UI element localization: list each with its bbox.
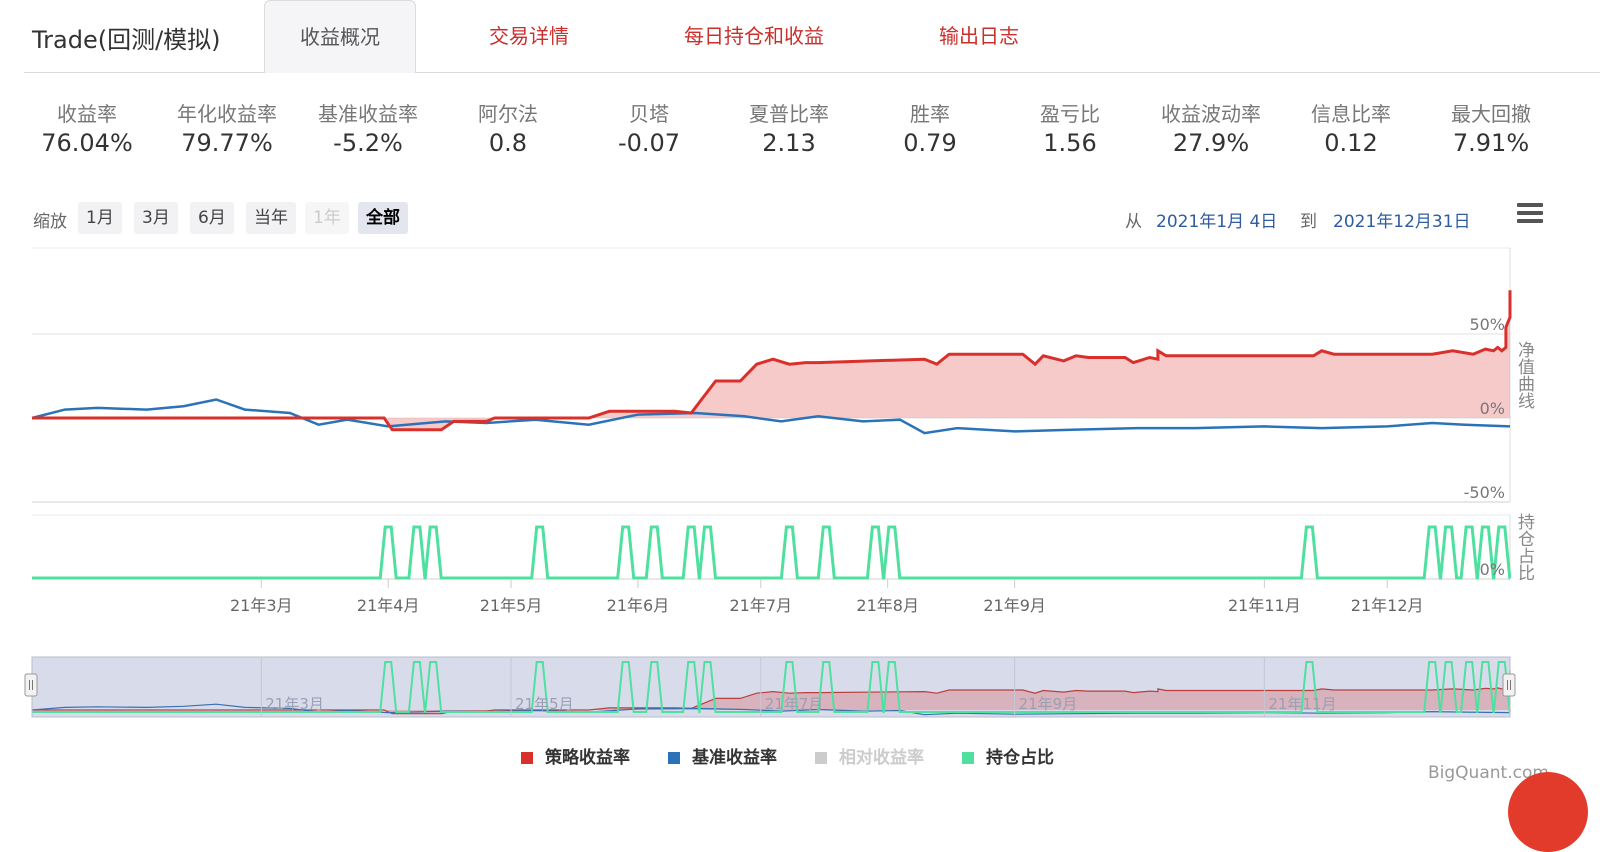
legend-label: 相对收益率	[839, 748, 924, 768]
x-tick-label: 21年9月	[983, 596, 1046, 615]
y-axis-title: 净值曲线	[1514, 341, 1535, 409]
x-tick-label: 21年7月	[729, 596, 792, 615]
legend-swatch	[521, 752, 533, 764]
x-tick-label: 21年5月	[480, 596, 543, 615]
range-navigator[interactable]: 21年3月 21年5月 21年7月 21年9月 21年11月	[24, 656, 1516, 718]
x-tick-label: 21年8月	[856, 596, 919, 615]
y-tick-label: 0%	[1480, 560, 1505, 579]
navigator-tick-label: 21年3月	[265, 695, 324, 713]
x-tick-label: 21年3月	[230, 596, 293, 615]
net-value-pane: 50% 0% -50% 净值曲线	[31, 247, 1535, 503]
x-tick-label: 21年12月	[1351, 596, 1424, 615]
position-line	[32, 525, 1512, 580]
legend-label: 持仓占比	[986, 748, 1054, 768]
y-axis-title: 持仓占比	[1514, 513, 1535, 581]
legend-item-position[interactable]: 持仓占比	[962, 743, 1054, 768]
legend-swatch	[668, 752, 680, 764]
legend-swatch	[962, 752, 974, 764]
legend-item-strategy[interactable]: 策略收益率	[521, 743, 630, 768]
legend-label: 基准收益率	[692, 748, 777, 768]
x-tick-label: 21年11月	[1228, 596, 1301, 615]
y-tick-label: -50%	[1464, 483, 1505, 502]
x-tick-label: 21年4月	[357, 596, 420, 615]
y-tick-label: 0%	[1480, 399, 1505, 418]
navigator-tick-label: 21年11月	[1268, 695, 1336, 713]
navigator-tick-label: 21年5月	[515, 695, 574, 713]
chart-area: 50% 0% -50% 净值曲线 0% 持仓占比 21年3月 21年4月 21年5月…	[24, 247, 1535, 718]
navigator-left-handle[interactable]	[24, 673, 38, 697]
x-axis: 21年3月 21年4月 21年5月 21年6月 21年7月 21年8月 21年9月 21年11…	[230, 579, 1424, 615]
brand-logo-icon	[1508, 772, 1588, 852]
legend-item-benchmark[interactable]: 基准收益率	[668, 743, 777, 768]
navigator-right-handle[interactable]	[1502, 673, 1516, 697]
legend-swatch	[815, 752, 827, 764]
navigator-tick-label: 21年7月	[765, 695, 824, 713]
legend-item-relative[interactable]: 相对收益率	[815, 743, 924, 768]
navigator-tick-label: 21年9月	[1019, 695, 1078, 713]
x-tick-label: 21年6月	[607, 596, 670, 615]
position-pane: 0% 持仓占比	[32, 513, 1535, 581]
legend-label: 策略收益率	[545, 748, 630, 768]
y-tick-label: 50%	[1469, 315, 1505, 334]
